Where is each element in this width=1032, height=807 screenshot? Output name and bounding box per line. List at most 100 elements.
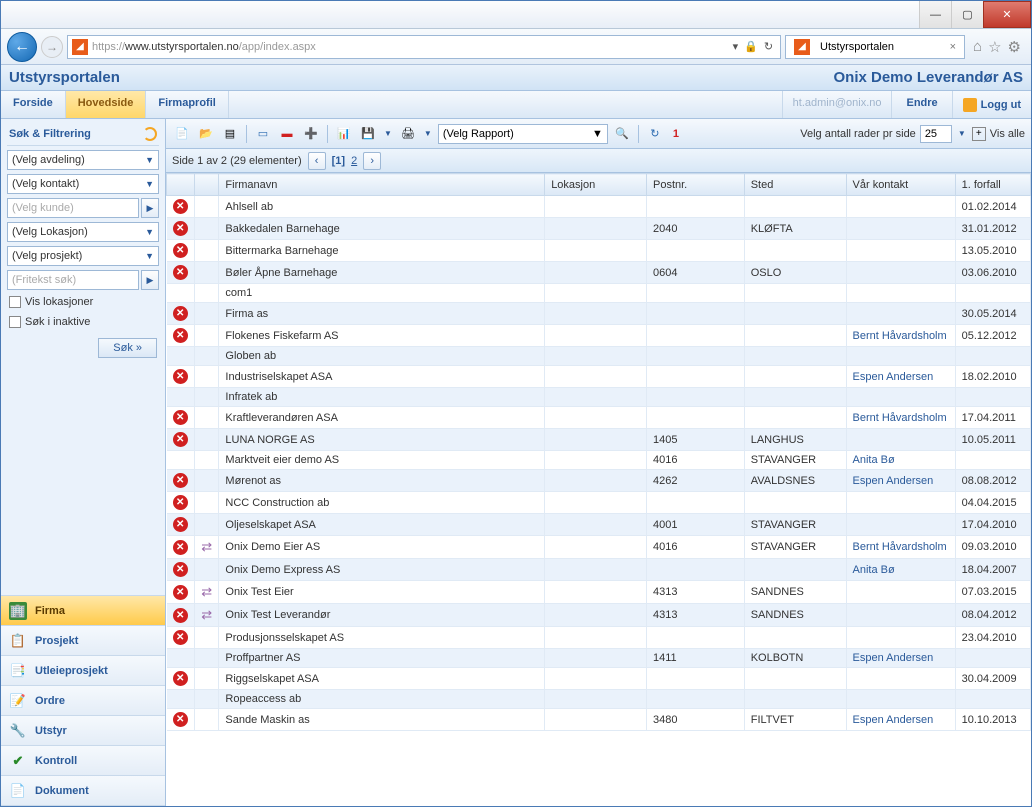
col-header-postnr[interactable]: Postnr. (646, 174, 744, 196)
rows-caret[interactable]: ▼ (956, 129, 968, 138)
table-row[interactable]: ✕⇄Onix Demo Eier AS4016STAVANGERBernt Hå… (167, 536, 1031, 559)
logout-button[interactable]: Logg ut (952, 91, 1031, 118)
table-row[interactable]: ✕NCC Construction ab04.04.2015 (167, 492, 1031, 514)
tb-preview-icon[interactable]: 🔍 (612, 124, 632, 144)
menu-forside[interactable]: Forside (1, 91, 66, 118)
contact-link[interactable]: Espen Andersen (853, 652, 934, 664)
contact-link[interactable]: Anita Bø (853, 564, 895, 576)
delete-icon[interactable]: ✕ (173, 306, 188, 321)
tb-excel-icon[interactable]: 📊 (334, 124, 354, 144)
col-header-delete[interactable] (167, 174, 195, 196)
tb-refresh-icon[interactable]: ↻ (645, 124, 665, 144)
nav-item-prosjekt[interactable]: 📋Prosjekt (1, 626, 165, 656)
table-row[interactable]: ✕Riggselskapet ASA30.04.2009 (167, 668, 1031, 690)
contact-link[interactable]: Espen Andersen (853, 371, 934, 383)
table-row[interactable]: ✕Firma as30.05.2014 (167, 303, 1031, 325)
endre-button[interactable]: Endre (891, 91, 951, 118)
delete-icon[interactable]: ✕ (173, 410, 188, 425)
col-header-lokasjon[interactable]: Lokasjon (545, 174, 647, 196)
dropdown-icon[interactable]: ▾ (730, 40, 742, 53)
delete-icon[interactable]: ✕ (173, 585, 188, 600)
refresh-icon[interactable]: ↻ (761, 40, 776, 53)
contact-link[interactable]: Espen Andersen (853, 714, 934, 726)
filter-fritekst-expand[interactable]: ▶ (141, 270, 159, 290)
delete-icon[interactable]: ✕ (173, 473, 188, 488)
table-row[interactable]: Marktveit eier demo AS4016STAVANGERAnita… (167, 451, 1031, 470)
delete-icon[interactable]: ✕ (173, 495, 188, 510)
col-header-sted[interactable]: Sted (744, 174, 846, 196)
tb-open-icon[interactable]: 📂 (196, 124, 216, 144)
filter-lokasjon[interactable]: (Velg Lokasjon)▼ (7, 222, 159, 242)
chk-vis-lokasjoner[interactable]: Vis lokasjoner (7, 294, 159, 310)
col-header-firmanavn[interactable]: Firmanavn (219, 174, 545, 196)
delete-icon[interactable]: ✕ (173, 328, 188, 343)
address-bar[interactable]: ◢ https://www.utstyrsportalen.no/app/ind… (67, 35, 781, 59)
tb-new-icon[interactable]: 📄 (172, 124, 192, 144)
table-row[interactable]: ✕⇄Onix Test Leverandør4313SANDNES08.04.2… (167, 604, 1031, 627)
tb-print-icon[interactable]: 🖨 (398, 124, 418, 144)
tb-save-caret[interactable]: ▼ (382, 129, 394, 138)
table-row[interactable]: ✕Bittermarka Barnehage13.05.2010 (167, 240, 1031, 262)
delete-icon[interactable]: ✕ (173, 369, 188, 384)
table-row[interactable]: ✕Industriselskapet ASAEspen Andersen18.0… (167, 366, 1031, 388)
expand-all-icon[interactable]: + (972, 127, 986, 141)
contact-link[interactable]: Espen Andersen (853, 475, 934, 487)
delete-icon[interactable]: ✕ (173, 199, 188, 214)
tb-card-icon[interactable]: ▭ (253, 124, 273, 144)
tb-list-icon[interactable]: ▤ (220, 124, 240, 144)
close-button[interactable]: ✕ (983, 1, 1031, 28)
nav-back-button[interactable]: ← (7, 32, 37, 62)
delete-icon[interactable]: ✕ (173, 608, 188, 623)
pager-prev[interactable]: ‹ (308, 152, 326, 170)
filter-prosjekt[interactable]: (Velg prosjekt)▼ (7, 246, 159, 266)
favorites-icon[interactable]: ☆ (988, 38, 1001, 56)
table-row[interactable]: ✕Kraftleverandøren ASABernt Håvardsholm1… (167, 407, 1031, 429)
pager-page-2[interactable]: 2 (351, 155, 357, 167)
chk-sok-inaktive[interactable]: Søk i inaktive (7, 314, 159, 330)
nav-item-firma[interactable]: 🏢Firma (1, 596, 165, 626)
nav-forward-button[interactable]: → (41, 36, 63, 58)
col-header-icon[interactable] (194, 174, 218, 196)
filter-avdeling[interactable]: (Velg avdeling)▼ (7, 150, 159, 170)
nav-item-utstyr[interactable]: 🔧Utstyr (1, 716, 165, 746)
nav-item-kontroll[interactable]: ✔Kontroll (1, 746, 165, 776)
tb-remove-icon[interactable]: ▬ (277, 124, 297, 144)
table-row[interactable]: ✕Flokenes Fiskefarm ASBernt Håvardsholm0… (167, 325, 1031, 347)
delete-icon[interactable]: ✕ (173, 562, 188, 577)
table-row[interactable]: Infratek ab (167, 388, 1031, 407)
table-row[interactable]: ✕Sande Maskin as3480FILTVETEspen Anderse… (167, 709, 1031, 731)
table-row[interactable]: Ropeaccess ab (167, 690, 1031, 709)
table-row[interactable]: ✕Onix Demo Express ASAnita Bø18.04.2007 (167, 559, 1031, 581)
contact-link[interactable]: Bernt Håvardsholm (853, 541, 947, 553)
tools-icon[interactable]: ⚙ (1008, 38, 1021, 56)
delete-icon[interactable]: ✕ (173, 671, 188, 686)
nav-item-ordre[interactable]: 📝Ordre (1, 686, 165, 716)
table-row[interactable]: ✕LUNA NORGE AS1405LANGHUS10.05.2011 (167, 429, 1031, 451)
contact-link[interactable]: Anita Bø (853, 454, 895, 466)
filter-kunde-expand[interactable]: ▶ (141, 198, 159, 218)
home-icon[interactable]: ⌂ (973, 38, 982, 56)
table-row[interactable]: com1 (167, 284, 1031, 303)
pager-next[interactable]: › (363, 152, 381, 170)
table-row[interactable]: ✕Mørenot as4262AVALDSNESEspen Andersen08… (167, 470, 1031, 492)
table-row[interactable]: ✕Oljeselskapet ASA4001STAVANGER17.04.201… (167, 514, 1031, 536)
col-header-forfall[interactable]: 1. forfall (955, 174, 1030, 196)
nav-item-dokument[interactable]: 📄Dokument (1, 776, 165, 806)
vis-alle-label[interactable]: Vis alle (990, 128, 1025, 140)
rows-per-page-input[interactable]: 25 (920, 125, 952, 143)
delete-icon[interactable]: ✕ (173, 517, 188, 532)
report-select[interactable]: (Velg Rapport)▼ (438, 124, 608, 144)
minimize-button[interactable]: — (919, 1, 951, 28)
delete-icon[interactable]: ✕ (173, 712, 188, 727)
filter-kontakt[interactable]: (Velg kontakt)▼ (7, 174, 159, 194)
table-row[interactable]: ✕Ahlsell ab01.02.2014 (167, 196, 1031, 218)
maximize-button[interactable]: ▢ (951, 1, 983, 28)
tb-add-icon[interactable]: ➕ (301, 124, 321, 144)
search-button[interactable]: Søk » (98, 338, 157, 358)
col-header-kontakt[interactable]: Vår kontakt (846, 174, 955, 196)
reset-filter-icon[interactable] (143, 127, 157, 141)
tb-save-icon[interactable]: 💾 (358, 124, 378, 144)
delete-icon[interactable]: ✕ (173, 540, 188, 555)
table-row[interactable]: Globen ab (167, 347, 1031, 366)
delete-icon[interactable]: ✕ (173, 243, 188, 258)
